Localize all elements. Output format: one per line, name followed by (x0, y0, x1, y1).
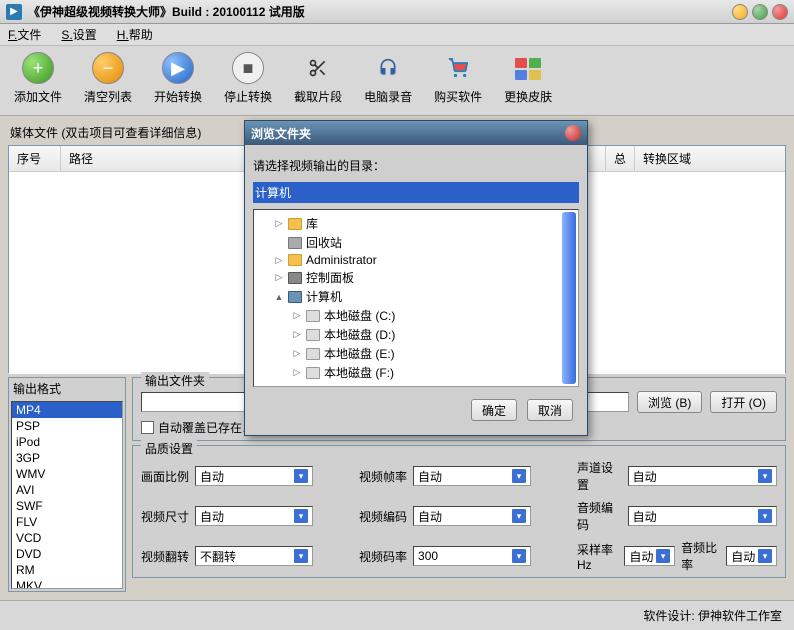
menu-help[interactable]: H.帮助 (117, 26, 153, 43)
videobitrate-select[interactable]: 300▾ (413, 546, 531, 566)
tree-node-disk-c[interactable]: ▷本地磁盘 (C:) (292, 306, 574, 325)
open-button[interactable]: 打开 (O) (710, 391, 777, 413)
footer-credits: 软件设计: 伊神软件工作室 (0, 600, 794, 630)
headset-icon (372, 52, 404, 84)
buy-button[interactable]: 购买软件 (434, 52, 482, 109)
folder-icon (288, 254, 302, 266)
dialog-cancel-button[interactable]: 取消 (527, 399, 573, 421)
folder-icon (288, 218, 302, 230)
samplerate-select[interactable]: 自动▾ (624, 546, 675, 566)
disk-icon (306, 329, 320, 341)
overwrite-checkbox[interactable] (141, 421, 154, 434)
minus-icon: − (92, 52, 124, 84)
tree-scrollbar[interactable] (562, 212, 576, 384)
format-item[interactable]: MP4 (12, 402, 122, 418)
videosize-select[interactable]: 自动▾ (195, 506, 313, 526)
format-item[interactable]: WMV (12, 466, 122, 482)
format-item[interactable]: 3GP (12, 450, 122, 466)
close-button[interactable] (772, 4, 788, 20)
audiocodec-select[interactable]: 自动▾ (628, 506, 777, 526)
window-title: 《伊神超级视频转换大师》Build : 20100112 试用版 (28, 3, 732, 20)
channel-select[interactable]: 自动▾ (628, 466, 777, 486)
app-icon: ▶ (6, 4, 22, 20)
browse-folder-dialog: 浏览文件夹 请选择视频输出的目录： 计算机 ▷库 回收站 ▷Administra… (244, 120, 588, 436)
audiobitrate-select[interactable]: 自动▾ (726, 546, 777, 566)
format-item[interactable]: FLV (12, 514, 122, 530)
format-item[interactable]: iPod (12, 434, 122, 450)
format-item[interactable]: AVI (12, 482, 122, 498)
start-convert-button[interactable]: ▶ 开始转换 (154, 52, 202, 109)
rotate-select[interactable]: 不翻转▾ (195, 546, 313, 566)
cut-clip-button[interactable]: 截取片段 (294, 52, 342, 109)
dialog-title: 浏览文件夹 (251, 125, 565, 142)
col-total[interactable]: 总 (606, 146, 635, 171)
format-item[interactable]: MKV (12, 578, 122, 589)
record-button[interactable]: 电脑录音 (364, 52, 412, 109)
maximize-button[interactable] (752, 4, 768, 20)
control-panel-icon (288, 272, 302, 284)
browse-button[interactable]: 浏览 (B) (637, 391, 702, 413)
format-item[interactable]: PSP (12, 418, 122, 434)
tree-node-libraries[interactable]: ▷库 (274, 214, 574, 233)
computer-icon (288, 291, 302, 303)
clear-list-button[interactable]: − 清空列表 (84, 52, 132, 109)
dialog-selected-path: 计算机 (253, 182, 579, 203)
cart-icon (442, 52, 474, 84)
stop-icon: ■ (232, 52, 264, 84)
tree-node-disk-d[interactable]: ▷本地磁盘 (D:) (292, 325, 574, 344)
disk-icon (306, 310, 320, 322)
formats-list[interactable]: MP4PSPiPod3GPWMVAVISWFFLVVCDDVDRMMKV (11, 401, 123, 589)
tree-node-computer[interactable]: ▲计算机 (274, 287, 574, 306)
col-range[interactable]: 转换区域 (635, 146, 785, 171)
add-file-button[interactable]: + 添加文件 (14, 52, 62, 109)
plus-icon: + (22, 52, 54, 84)
recycle-bin-icon (288, 237, 302, 249)
formats-title: 输出格式 (9, 378, 125, 399)
format-item[interactable]: SWF (12, 498, 122, 514)
minimize-button[interactable] (732, 4, 748, 20)
overwrite-label: 自动覆盖已存在… (158, 419, 254, 436)
folder-tree[interactable]: ▷库 回收站 ▷Administrator ▷控制面板 ▲计算机 ▷本地磁盘 (… (253, 209, 579, 387)
format-item[interactable]: DVD (12, 546, 122, 562)
tree-node-control-panel[interactable]: ▷控制面板 (274, 268, 574, 287)
scissors-icon (302, 52, 334, 84)
menu-file[interactable]: F.文件 (8, 26, 41, 43)
dialog-ok-button[interactable]: 确定 (471, 399, 517, 421)
tree-node-recycle-bin[interactable]: 回收站 (274, 233, 574, 252)
tree-node-disk-e[interactable]: ▷本地磁盘 (E:) (292, 344, 574, 363)
disk-icon (306, 367, 320, 379)
tree-node-administrator[interactable]: ▷Administrator (274, 252, 574, 268)
dialog-close-button[interactable] (565, 125, 581, 141)
quality-title: 品质设置 (141, 440, 197, 457)
stop-convert-button[interactable]: ■ 停止转换 (224, 52, 272, 109)
skin-icon (512, 52, 544, 84)
dialog-message: 请选择视频输出的目录： (253, 153, 579, 182)
tree-node-disk-f[interactable]: ▷本地磁盘 (F:) (292, 363, 574, 382)
change-skin-button[interactable]: 更换皮肤 (504, 52, 552, 109)
format-item[interactable]: VCD (12, 530, 122, 546)
videocodec-select[interactable]: 自动▾ (413, 506, 531, 526)
framerate-select[interactable]: 自动▾ (413, 466, 531, 486)
disk-icon (306, 348, 320, 360)
output-folder-title: 输出文件夹 (141, 372, 209, 389)
aspect-select[interactable]: 自动▾ (195, 466, 313, 486)
col-index[interactable]: 序号 (9, 146, 61, 171)
play-icon: ▶ (162, 52, 194, 84)
menu-settings[interactable]: S.设置 (61, 26, 96, 43)
format-item[interactable]: RM (12, 562, 122, 578)
